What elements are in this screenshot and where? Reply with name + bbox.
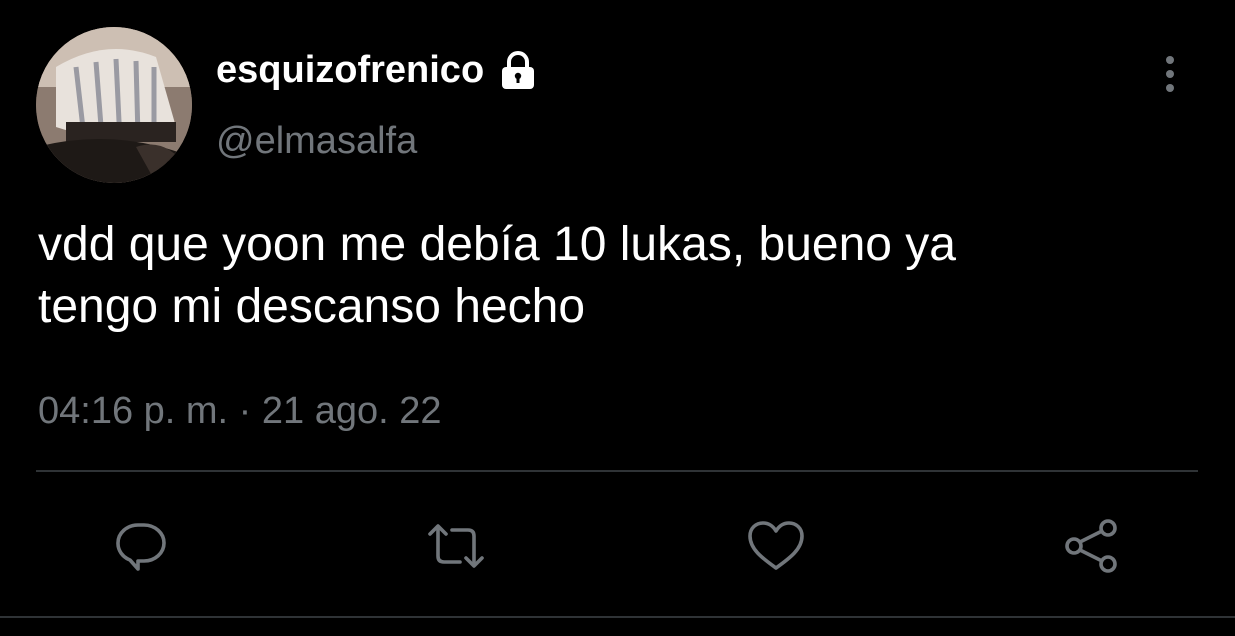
bottom-divider — [0, 616, 1235, 618]
retweet-button[interactable] — [424, 514, 488, 578]
like-button[interactable] — [744, 514, 808, 578]
heart-icon — [748, 521, 804, 570]
tweet-text-line: tengo mi descanso hecho — [38, 280, 586, 333]
retweet-icon — [428, 524, 484, 568]
vertical-ellipsis-icon[interactable] — [1152, 54, 1188, 94]
avatar[interactable] — [36, 27, 192, 183]
avatar-image — [36, 27, 192, 183]
share-button[interactable] — [1060, 514, 1124, 578]
speech-bubble-icon — [116, 523, 166, 571]
tweet-text: vdd que yoon me debía 10 lukas, bueno ya… — [38, 214, 1188, 338]
tweet-card: esquizofrenico @elmasalfa vdd que yoon m… — [0, 0, 1235, 636]
user-handle[interactable]: @elmasalfa — [216, 118, 417, 164]
divider — [36, 470, 1198, 472]
tweet-text-line: vdd que yoon me debía 10 lukas, bueno ya — [38, 218, 956, 271]
lock-icon — [496, 48, 540, 92]
share-icon — [1065, 519, 1117, 573]
display-name-text: esquizofrenico — [216, 49, 485, 91]
display-name[interactable]: esquizofrenico — [216, 48, 540, 92]
reply-button[interactable] — [108, 514, 172, 578]
timestamp[interactable]: 04:16 p. m. · 21 ago. 22 — [38, 388, 442, 434]
